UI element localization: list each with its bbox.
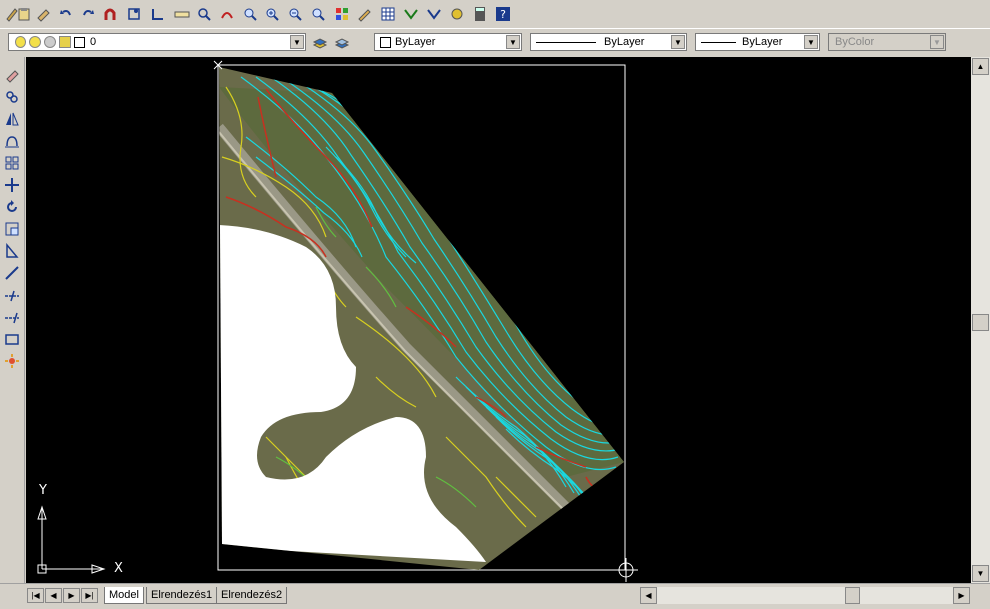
check-icon[interactable] (401, 4, 421, 24)
standard-toolbar: ? (0, 0, 990, 29)
array-icon[interactable] (2, 153, 22, 173)
chevron-down-icon[interactable]: ▼ (506, 35, 520, 49)
crosshair-cursor (614, 558, 638, 582)
prev-tab-icon[interactable]: ◀ (45, 588, 62, 603)
sheet-icon[interactable] (332, 4, 352, 24)
zoom-out-icon[interactable] (285, 4, 305, 24)
ruler-icon[interactable] (172, 4, 192, 24)
box-icon[interactable] (148, 4, 168, 24)
chevron-down-icon[interactable]: ▼ (671, 35, 685, 49)
break-icon[interactable] (2, 307, 22, 327)
chevron-down-icon[interactable]: ▼ (804, 35, 818, 49)
ucs-y-label: Y (39, 483, 47, 498)
layer-dropdown[interactable]: 0 ▼ (8, 33, 306, 51)
freeze-icon (44, 36, 56, 48)
gradient-icon[interactable] (447, 4, 467, 24)
tab-layout2[interactable]: Elrendezés2 (216, 587, 288, 604)
drawing-canvas[interactable]: Y X (26, 57, 971, 583)
table-icon[interactable] (378, 4, 398, 24)
scroll-up-icon[interactable]: ▲ (972, 58, 989, 75)
calculator-icon[interactable] (470, 4, 490, 24)
vertical-scrollbar[interactable]: ▲ ▼ (971, 57, 990, 583)
pencil-icon[interactable] (354, 4, 374, 24)
color-value: ByLayer (395, 36, 436, 48)
last-tab-icon[interactable]: ▶| (81, 588, 98, 603)
tab-layout1[interactable]: Elrendezés1 (146, 587, 218, 604)
brush-icon[interactable] (34, 4, 54, 24)
layer-name: 0 (90, 36, 97, 48)
scale-icon[interactable] (2, 219, 22, 239)
zoom-extents-icon[interactable] (124, 4, 144, 24)
undo-icon[interactable] (56, 4, 76, 24)
ucs-icon (37, 505, 106, 574)
plotstyle-dropdown: ByColor ▼ (828, 33, 946, 51)
layer-previous-icon[interactable] (332, 33, 352, 53)
erase-icon[interactable] (2, 65, 22, 85)
redo-icon[interactable] (78, 4, 98, 24)
scroll-left-icon[interactable]: ◀ (640, 587, 657, 604)
zoom-prev-icon[interactable] (308, 4, 328, 24)
extend-icon[interactable] (2, 285, 22, 305)
hscroll-thumb[interactable] (845, 587, 860, 604)
svg-text:?: ? (500, 8, 506, 21)
lineweight-value: ByLayer (742, 36, 783, 48)
linetype-dropdown[interactable]: ByLayer ▼ (530, 33, 687, 51)
chevron-down-icon: ▼ (930, 35, 944, 49)
lineweight-preview (701, 41, 736, 43)
help-icon[interactable]: ? (493, 4, 513, 24)
zoom-window-icon[interactable] (240, 4, 260, 24)
layer-color-swatch (74, 36, 85, 48)
move-icon[interactable] (2, 175, 22, 195)
copy-icon[interactable] (2, 87, 22, 107)
layout-tabs-bar: |◀ ◀ ▶ ▶| Model Elrendezés1 Elrendezés2 … (0, 583, 990, 609)
scroll-down-icon[interactable]: ▼ (972, 565, 989, 582)
modify-toolbar (0, 57, 25, 583)
properties-toolbar: 0 ▼ ByLayer ▼ ByLayer ▼ ByLayer ▼ ByColo… (0, 28, 990, 57)
horizontal-scrollbar[interactable]: ◀ ▶ (640, 587, 970, 604)
lightbulb-icon (15, 36, 26, 48)
layer-states-icon[interactable] (310, 33, 330, 53)
chamfer-icon[interactable] (2, 329, 22, 349)
zoom-in-icon[interactable] (262, 4, 282, 24)
offset-icon[interactable] (2, 131, 22, 151)
plotstyle-value: ByColor (835, 36, 875, 48)
linetype-preview (536, 41, 596, 43)
tab-model[interactable]: Model (104, 587, 144, 604)
sun-icon (29, 36, 41, 48)
drawing-svg (37, 60, 638, 582)
chevron-down-icon[interactable]: ▼ (290, 35, 304, 49)
paste-icon[interactable] (14, 4, 34, 24)
linetype-value: ByLayer (604, 36, 645, 48)
topographic-map (219, 67, 624, 570)
first-tab-icon[interactable]: |◀ (27, 588, 44, 603)
magnet-icon[interactable] (100, 4, 120, 24)
stretch-icon[interactable] (2, 241, 22, 261)
color-swatch (380, 36, 391, 48)
scroll-right-icon[interactable]: ▶ (953, 587, 970, 604)
rotate-icon[interactable] (2, 197, 22, 217)
explode-icon[interactable] (2, 351, 22, 371)
lineweight-dropdown[interactable]: ByLayer ▼ (695, 33, 820, 51)
next-tab-icon[interactable]: ▶ (63, 588, 80, 603)
color-dropdown[interactable]: ByLayer ▼ (374, 33, 522, 51)
scroll-thumb[interactable] (972, 314, 989, 331)
lock-icon (59, 36, 71, 48)
check2-icon[interactable] (424, 4, 444, 24)
trim-icon[interactable] (2, 263, 22, 283)
ucs-x-label: X (114, 561, 123, 576)
mirror-icon[interactable] (2, 109, 22, 129)
bars-icon[interactable] (194, 4, 214, 24)
pan-icon[interactable] (217, 4, 237, 24)
